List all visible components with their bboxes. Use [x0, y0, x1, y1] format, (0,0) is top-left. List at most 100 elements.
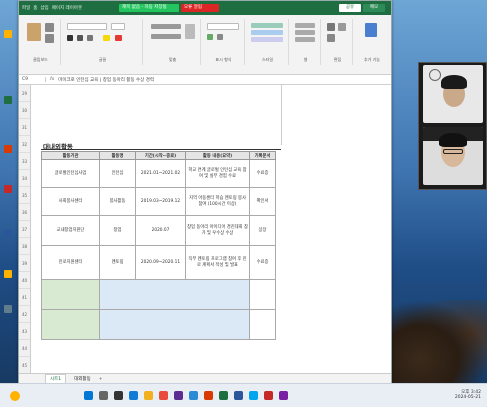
cell-desc[interactable]: 직무 멘토링 프로그램 참여 후 진로 계획서 작성 및 발표 — [185, 245, 250, 280]
cell-doc[interactable]: 확인서 — [249, 187, 276, 216]
video-call-window[interactable] — [418, 62, 487, 190]
table-row-empty[interactable] — [41, 279, 276, 310]
desktop-icon-excel[interactable] — [4, 96, 12, 104]
comments-button[interactable]: 메모 — [363, 4, 385, 12]
underline-icon[interactable] — [87, 35, 93, 41]
row-number[interactable]: 44 — [19, 340, 30, 357]
teams-icon[interactable] — [174, 391, 183, 400]
cell-name[interactable]: 인턴십 — [99, 159, 136, 188]
cell-empty[interactable] — [249, 309, 276, 340]
desktop-icon-file[interactable] — [4, 305, 12, 313]
video-tile-participant-2[interactable] — [423, 127, 483, 185]
formula-input[interactable]: 마이크로 인턴십 교육 | 창업 동아리 활동 수상 경력 — [58, 77, 154, 83]
cell-org[interactable]: 글로벌인턴십사업 — [41, 159, 100, 188]
row-number[interactable]: 35 — [19, 187, 30, 204]
bold-icon[interactable] — [67, 35, 73, 41]
search-icon[interactable] — [99, 391, 108, 400]
add-sheet-icon[interactable]: + — [99, 377, 103, 382]
row-number[interactable]: 30 — [19, 102, 30, 119]
font-color-icon[interactable] — [115, 35, 122, 41]
row-number[interactable]: 38 — [19, 238, 30, 255]
row-number[interactable]: 29 — [19, 85, 30, 102]
menu-layout[interactable]: 페이지 레이아웃 — [52, 5, 82, 11]
powerpoint-icon[interactable] — [204, 391, 213, 400]
sort-filter-icon[interactable] — [338, 23, 346, 31]
cell-doc[interactable]: 수료증 — [249, 159, 276, 188]
word-icon[interactable] — [234, 391, 243, 400]
task-view-icon[interactable] — [114, 391, 123, 400]
row-number[interactable]: 33 — [19, 153, 30, 170]
cell-name[interactable]: 멘토링 — [99, 245, 136, 280]
zoom-icon[interactable] — [249, 391, 258, 400]
row-number[interactable]: 36 — [19, 204, 30, 221]
align-top-icon[interactable] — [151, 24, 181, 29]
row-number[interactable]: 40 — [19, 272, 30, 289]
number-format-select[interactable] — [207, 23, 239, 30]
desktop-icon-pdf[interactable] — [4, 185, 12, 193]
insert-cells-icon[interactable] — [295, 23, 315, 28]
table-row-empty[interactable] — [41, 309, 276, 340]
cell-empty-green[interactable] — [41, 279, 100, 310]
desktop-icon-folder[interactable] — [4, 30, 12, 38]
file-explorer-icon[interactable] — [144, 391, 153, 400]
row-number[interactable]: 42 — [19, 306, 30, 323]
cell-org[interactable]: 사회봉사센터 — [41, 187, 100, 216]
error-notice[interactable]: 오류 알림 — [181, 4, 219, 12]
cut-icon[interactable] — [45, 23, 54, 32]
weather-icon[interactable] — [10, 391, 20, 401]
percent-icon[interactable] — [217, 34, 223, 40]
row-number[interactable]: 39 — [19, 255, 30, 272]
conditional-format-icon[interactable] — [251, 23, 283, 28]
video-tile-participant-1[interactable] — [423, 65, 483, 123]
find-icon[interactable] — [327, 34, 335, 42]
cell-doc[interactable]: 수료증 — [249, 245, 276, 280]
align-left-icon[interactable] — [151, 34, 181, 39]
merge-center-icon[interactable] — [185, 24, 195, 39]
cell-period[interactable]: 2020.09~2020.11 — [135, 245, 186, 280]
cell-org[interactable]: 교내창업지원단 — [41, 215, 100, 246]
row-number[interactable]: 45 — [19, 357, 30, 374]
row-number[interactable]: 37 — [19, 221, 30, 238]
format-cells-icon[interactable] — [295, 37, 315, 42]
sheet-tab-2[interactable]: 대외활동 — [70, 375, 95, 383]
system-tray[interactable]: 오후 3:42 2024-05-21 — [455, 390, 481, 400]
share-button[interactable]: 공유 — [339, 4, 361, 12]
row-number[interactable]: 34 — [19, 170, 30, 187]
currency-icon[interactable] — [207, 34, 213, 40]
cell-desc[interactable]: 지역 아동센터 학습 멘토링 봉사 참여 (100시간 이상) — [185, 187, 250, 216]
cell-empty-blue[interactable] — [99, 309, 250, 340]
copy-icon[interactable] — [45, 34, 54, 43]
row-number[interactable]: 43 — [19, 323, 30, 340]
delete-cells-icon[interactable] — [295, 30, 315, 35]
cell-empty[interactable] — [249, 279, 276, 310]
chrome-icon[interactable] — [159, 391, 168, 400]
cell-empty-blue[interactable] — [99, 279, 250, 310]
italic-icon[interactable] — [77, 35, 83, 41]
desktop-icon-word[interactable] — [4, 230, 12, 238]
cell-empty-green[interactable] — [41, 309, 100, 340]
worksheet-grid[interactable]: 29 30 31 32 33 34 35 36 37 38 39 40 41 42 43 44 45 대내외활동… — [19, 85, 391, 374]
start-icon[interactable] — [84, 391, 93, 400]
edge-icon[interactable] — [129, 391, 138, 400]
cell-org[interactable]: 진로지원센터 — [41, 245, 100, 280]
desktop-icon-powerpoint[interactable] — [4, 145, 12, 153]
autosum-icon[interactable] — [327, 23, 335, 31]
menu-insert[interactable]: 삽입 — [40, 5, 48, 11]
format-table-icon[interactable] — [251, 30, 283, 35]
fill-color-icon[interactable] — [103, 35, 110, 41]
row-number[interactable]: 32 — [19, 136, 30, 153]
cell-desc[interactable]: 창업 동아리 아이디어 경진대회 참가 및 우수상 수상 — [185, 215, 250, 246]
table-row[interactable]: 사회봉사센터 봉사활동 2019.03~2019.12 지역 아동센터 학습 멘… — [41, 187, 276, 216]
excel-icon[interactable] — [219, 391, 228, 400]
pdf-icon[interactable] — [264, 391, 273, 400]
cell-desc[interactable]: 학교 연계 글로벌 인턴십 교육 참여 및 실무 경험 수료 — [185, 159, 250, 188]
menu-file[interactable]: 파일 — [22, 5, 30, 11]
cell-name[interactable]: 봉사활동 — [99, 187, 136, 216]
cell-styles-icon[interactable] — [251, 37, 283, 42]
desktop-icon-folder-2[interactable] — [4, 270, 12, 278]
font-size-select[interactable] — [111, 23, 125, 30]
table-row[interactable]: 글로벌인턴십사업 인턴십 2021.01~2021.02 학교 연계 글로벌 인… — [41, 159, 276, 188]
name-box[interactable]: C9 — [22, 77, 46, 82]
cell-period[interactable]: 2020.07 — [135, 215, 186, 246]
table-row[interactable]: 진로지원센터 멘토링 2020.09~2020.11 직무 멘토링 프로그램 참… — [41, 245, 276, 280]
